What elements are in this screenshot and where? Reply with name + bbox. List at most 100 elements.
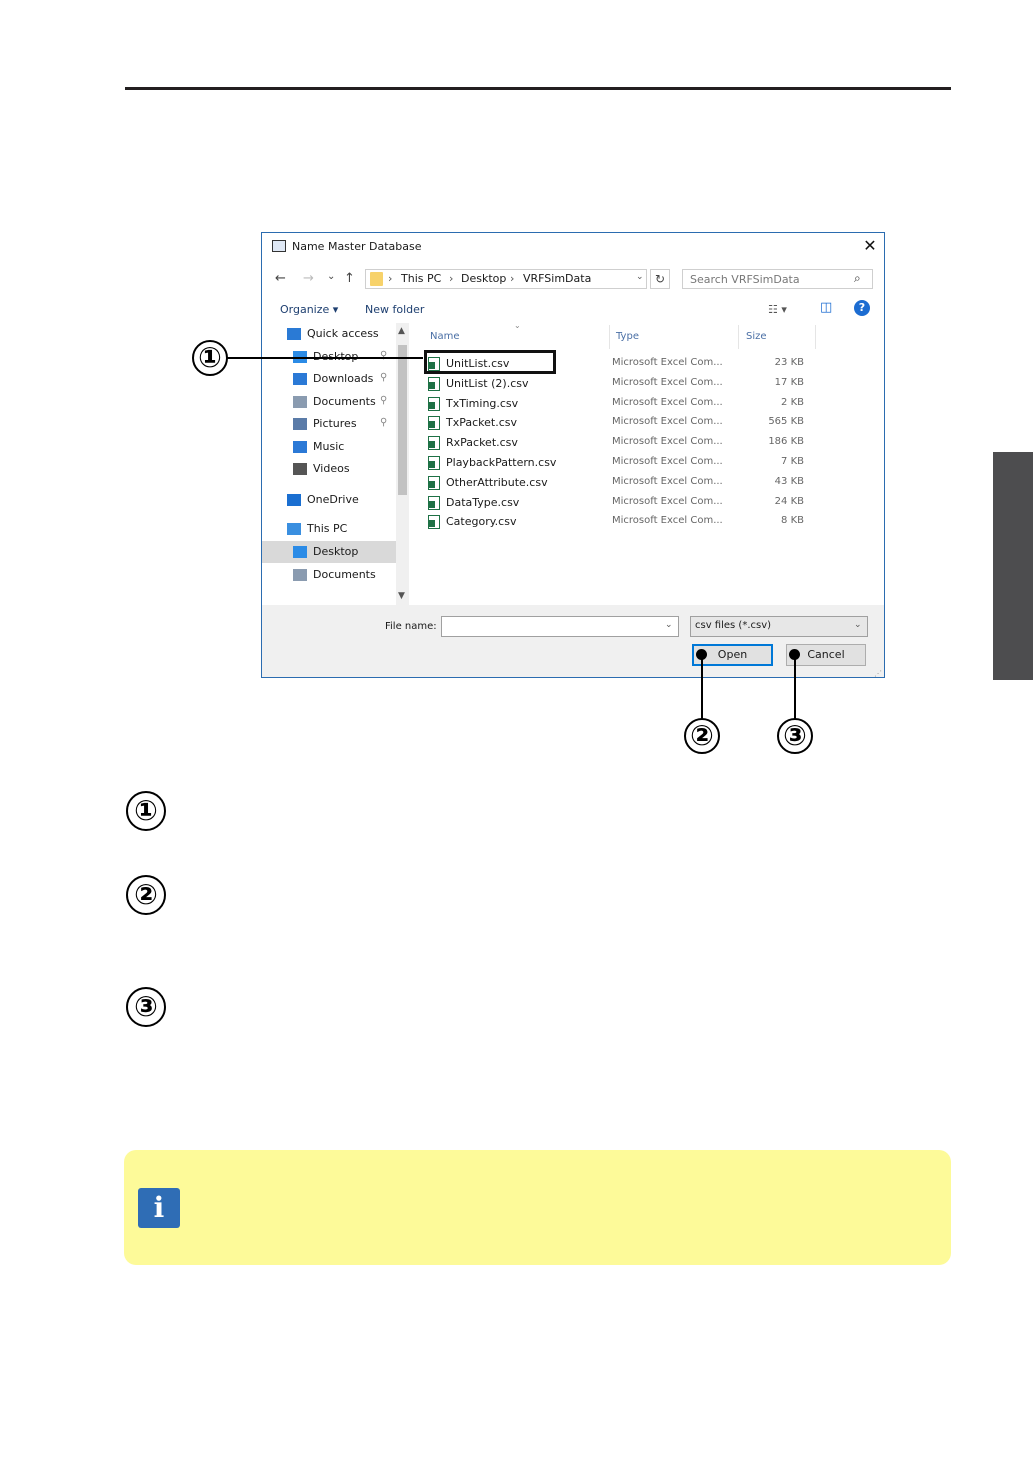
- sidebar-item[interactable]: Desktop: [262, 541, 396, 563]
- file-name-field[interactable]: ⌄: [441, 616, 679, 637]
- column-header-name[interactable]: Name: [430, 331, 460, 342]
- file-type: Microsoft Excel Com...: [612, 436, 723, 448]
- pin-icon: ⚲: [380, 395, 388, 406]
- file-size: 565 KB: [768, 416, 804, 428]
- excel-file-icon: [428, 515, 440, 530]
- sidebar-item[interactable]: Music: [262, 436, 396, 458]
- dialog-footer: File name: ⌄ csv files (*.csv) ⌄ Open Ca…: [262, 605, 884, 677]
- sidebar-item-label: Videos: [313, 462, 350, 475]
- file-row[interactable]: OtherAttribute.csv Microsoft Excel Com...…: [426, 473, 876, 493]
- preview-pane-icon[interactable]: ◫: [820, 300, 832, 315]
- file-row[interactable]: PlaybackPattern.csv Microsoft Excel Com..…: [426, 453, 876, 473]
- organize-button[interactable]: Organize ▾: [280, 303, 338, 316]
- help-icon[interactable]: ?: [854, 300, 870, 316]
- chevron-down-icon[interactable]: ⌄: [665, 620, 673, 630]
- sidebar-item-label: Quick access: [307, 327, 379, 340]
- step-1-marker: ①: [126, 791, 166, 831]
- excel-file-icon: [428, 396, 440, 411]
- dialog-title: Name Master Database: [292, 240, 422, 253]
- file-type: Microsoft Excel Com...: [612, 357, 723, 368]
- file-name: RxPacket.csv: [446, 436, 518, 450]
- nav-scrollbar[interactable]: ▲ ▼: [396, 323, 409, 605]
- column-header-type[interactable]: Type: [616, 331, 639, 342]
- crumb-separator-icon: ›: [510, 272, 515, 285]
- file-row[interactable]: TxTiming.csv Microsoft Excel Com... 2 KB: [426, 394, 876, 414]
- excel-file-icon: [428, 475, 440, 490]
- chapter-tab: [993, 452, 1033, 680]
- column-divider[interactable]: [738, 325, 739, 349]
- command-bar: Organize ▾ New folder ☷ ▾ ◫ ?: [262, 295, 884, 323]
- column-header-size[interactable]: Size: [746, 331, 767, 342]
- file-type-select[interactable]: csv files (*.csv) ⌄: [690, 616, 868, 637]
- pictures-icon: [293, 418, 307, 430]
- title-bar: Name Master Database ✕: [262, 233, 884, 261]
- sidebar-item[interactable]: OneDrive: [262, 489, 396, 511]
- file-row[interactable]: UnitList (2).csv Microsoft Excel Com... 17…: [426, 374, 876, 394]
- sidebar-item[interactable]: Downloads ⚲: [262, 368, 396, 390]
- excel-file-icon: [428, 416, 440, 431]
- sidebar-item[interactable]: This PC: [262, 518, 396, 540]
- column-divider[interactable]: [609, 325, 610, 349]
- file-name: DataType.csv: [446, 495, 520, 509]
- breadcrumb-desktop[interactable]: Desktop: [461, 272, 506, 285]
- search-input[interactable]: Search VRFSimData ⌕: [682, 269, 873, 289]
- breadcrumb-this-pc[interactable]: This PC: [401, 272, 441, 285]
- sidebar-item[interactable]: Pictures ⚲: [262, 413, 396, 435]
- sidebar-item[interactable]: Documents ⚲: [262, 391, 396, 413]
- file-row[interactable]: Category.csv Microsoft Excel Com... 8 KB: [426, 512, 876, 532]
- pin-icon: ⚲: [380, 350, 388, 361]
- view-options-icon[interactable]: ☷ ▾: [768, 303, 787, 316]
- step-2-marker: ②: [126, 875, 166, 915]
- search-icon: ⌕: [854, 271, 861, 285]
- close-icon[interactable]: ✕: [860, 236, 880, 256]
- file-name: TxTiming.csv: [446, 396, 519, 410]
- file-size: 23 KB: [774, 357, 804, 368]
- download-icon: [293, 373, 307, 385]
- recent-locations-icon[interactable]: ⌄: [327, 271, 335, 282]
- document-icon: [293, 569, 307, 581]
- file-size: 43 KB: [774, 475, 804, 487]
- back-arrow-icon[interactable]: ←: [275, 271, 286, 286]
- open-file-dialog: Name Master Database ✕ ← → ⌄ ↑ › This PC…: [261, 232, 885, 678]
- sidebar-item[interactable]: Quick access: [262, 323, 396, 345]
- this-pc-icon: [287, 523, 301, 535]
- refresh-icon[interactable]: ↻: [650, 269, 670, 289]
- file-size: 7 KB: [781, 456, 804, 467]
- file-name-label: File name:: [385, 621, 437, 632]
- file-size: 17 KB: [774, 376, 804, 388]
- file-row[interactable]: TxPacket.csv Microsoft Excel Com... 565 KB: [426, 413, 876, 433]
- sidebar-item[interactable]: Documents: [262, 564, 396, 586]
- step-3-marker: ③: [126, 987, 166, 1027]
- crumb-separator-icon: ›: [388, 272, 393, 285]
- file-type: Microsoft Excel Com...: [612, 376, 723, 388]
- top-rule: [125, 87, 951, 90]
- scroll-up-icon[interactable]: ▲: [398, 326, 405, 336]
- sidebar-item-label: Downloads: [313, 372, 374, 385]
- chevron-down-icon[interactable]: ⌄: [854, 620, 862, 630]
- up-arrow-icon[interactable]: ↑: [344, 271, 355, 286]
- breadcrumb-vrfsimdata[interactable]: VRFSimData: [523, 272, 591, 285]
- excel-file-icon: [428, 436, 440, 451]
- column-divider[interactable]: [815, 325, 816, 349]
- sidebar-item-label: Documents: [313, 568, 376, 581]
- file-type: Microsoft Excel Com...: [612, 495, 723, 507]
- file-name: PlaybackPattern.csv: [446, 456, 557, 469]
- address-dropdown-icon[interactable]: ⌄: [636, 272, 644, 282]
- address-bar[interactable]: › This PC › Desktop › VRFSimData ⌄: [365, 269, 647, 289]
- sidebar-item-label: Music: [313, 440, 345, 453]
- file-name: Category.csv: [446, 515, 517, 529]
- file-row[interactable]: RxPacket.csv Microsoft Excel Com... 186 KB: [426, 433, 876, 453]
- music-icon: [293, 441, 307, 453]
- forward-arrow-icon[interactable]: →: [303, 271, 314, 286]
- app-icon: [272, 240, 286, 252]
- file-type: Microsoft Excel Com...: [612, 396, 723, 408]
- sidebar-item-label: Desktop: [313, 545, 359, 558]
- resize-grip-icon[interactable]: ⋰: [874, 669, 882, 678]
- scroll-thumb[interactable]: [398, 345, 407, 495]
- file-type: Microsoft Excel Com...: [612, 416, 723, 428]
- sidebar-item[interactable]: Videos: [262, 458, 396, 480]
- scroll-down-icon[interactable]: ▼: [398, 591, 405, 601]
- file-row[interactable]: DataType.csv Microsoft Excel Com... 24 KB: [426, 493, 876, 513]
- star-icon: [287, 328, 301, 340]
- new-folder-button[interactable]: New folder: [365, 303, 424, 316]
